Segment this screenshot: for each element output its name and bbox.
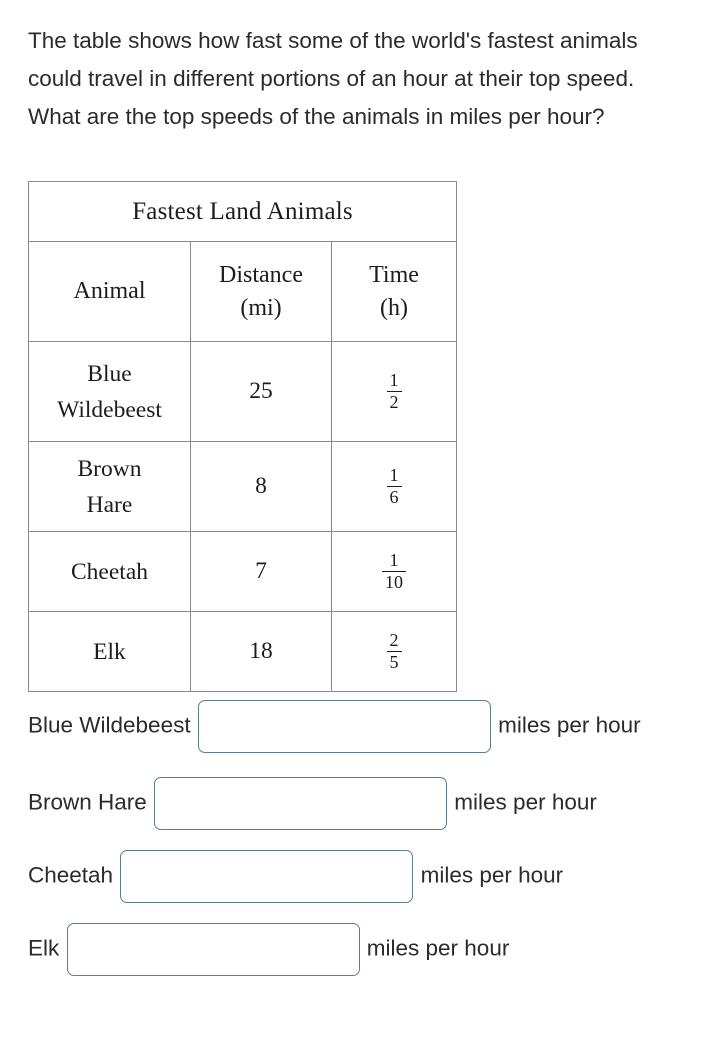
cell-distance: 18 — [190, 611, 332, 692]
answer-row-cheetah: Cheetah miles per hour — [28, 850, 708, 903]
cell-animal-name: Elk — [28, 611, 191, 692]
table-row: Cheetah 7 1 10 — [28, 531, 458, 612]
fraction-denominator: 5 — [389, 652, 399, 672]
animal-name-line1: Brown — [77, 455, 142, 482]
answer-unit-elk: miles per hour — [360, 935, 510, 961]
fraction: 1 2 — [386, 370, 402, 413]
answer-input-blue-wildebeest[interactable] — [197, 700, 491, 753]
fraction-denominator: 2 — [389, 392, 399, 412]
column-header-time-line1: Time — [369, 261, 419, 288]
fraction: 1 6 — [386, 465, 402, 508]
table-row: Blue Wildebeest 25 1 2 — [28, 341, 458, 442]
answer-label-brown-hare: Brown Hare — [28, 789, 154, 815]
animal-name-line1: Blue — [87, 360, 132, 387]
answer-label-elk: Elk — [28, 935, 66, 961]
fraction: 1 10 — [382, 550, 407, 593]
fraction-numerator: 1 — [382, 550, 407, 572]
cell-distance: 7 — [190, 531, 332, 612]
animal-name-line2: Wildebeest — [57, 396, 162, 423]
answer-label-cheetah: Cheetah — [28, 862, 120, 888]
answer-input-brown-hare[interactable] — [154, 777, 448, 830]
answer-section: Blue Wildebeest miles per hour Brown Har… — [28, 700, 708, 990]
cell-time: 1 2 — [330, 341, 458, 442]
column-header-distance-line2: (mi) — [240, 294, 282, 321]
cell-time: 1 10 — [330, 531, 458, 612]
fraction: 2 5 — [386, 630, 402, 673]
table-header-row: Animal Distance (mi) Time (h) — [28, 241, 458, 342]
cell-distance: 8 — [190, 441, 332, 532]
cell-animal-name: Brown Hare — [28, 441, 191, 532]
table-title: Fastest Land Animals — [27, 181, 458, 242]
cell-time: 2 5 — [330, 611, 458, 692]
fraction-numerator: 1 — [386, 465, 402, 487]
answer-unit-blue-wildebeest: miles per hour — [491, 712, 641, 738]
column-header-distance: Distance (mi) — [190, 241, 332, 342]
animal-name-line2: Hare — [86, 491, 133, 518]
answer-input-elk[interactable] — [66, 923, 360, 976]
cell-time: 1 6 — [330, 441, 458, 532]
column-header-animal: Animal — [28, 241, 191, 342]
column-header-time-line2: (h) — [380, 294, 408, 321]
answer-row-brown-hare: Brown Hare miles per hour — [28, 777, 708, 830]
answer-row-blue-wildebeest: Blue Wildebeest miles per hour — [28, 700, 708, 753]
answer-row-elk: Elk miles per hour — [28, 923, 708, 976]
answer-unit-cheetah: miles per hour — [414, 862, 564, 888]
answer-unit-brown-hare: miles per hour — [448, 789, 597, 815]
table-row: Elk 18 2 5 — [28, 611, 458, 692]
question-prompt: The table shows how fast some of the wor… — [28, 28, 638, 129]
answer-label-blue-wildebeest: Blue Wildebeest — [28, 712, 197, 738]
fraction-denominator: 10 — [385, 572, 404, 592]
table-row: Brown Hare 8 1 6 — [28, 441, 458, 532]
column-header-distance-line1: Distance — [219, 261, 303, 288]
cell-animal-name: Blue Wildebeest — [28, 341, 191, 442]
column-header-time: Time (h) — [330, 241, 458, 342]
fastest-land-animals-table: Fastest Land Animals Animal Distance (mi… — [27, 181, 458, 692]
fraction-numerator: 1 — [386, 370, 402, 392]
answer-input-cheetah[interactable] — [120, 850, 414, 903]
fraction-numerator: 2 — [386, 630, 402, 652]
worksheet-page: The table shows how fast some of the wor… — [0, 0, 726, 1041]
table-title-row: Fastest Land Animals — [27, 181, 458, 242]
cell-animal-name: Cheetah — [28, 531, 191, 612]
fraction-denominator: 6 — [389, 487, 399, 507]
cell-distance: 25 — [190, 341, 332, 442]
